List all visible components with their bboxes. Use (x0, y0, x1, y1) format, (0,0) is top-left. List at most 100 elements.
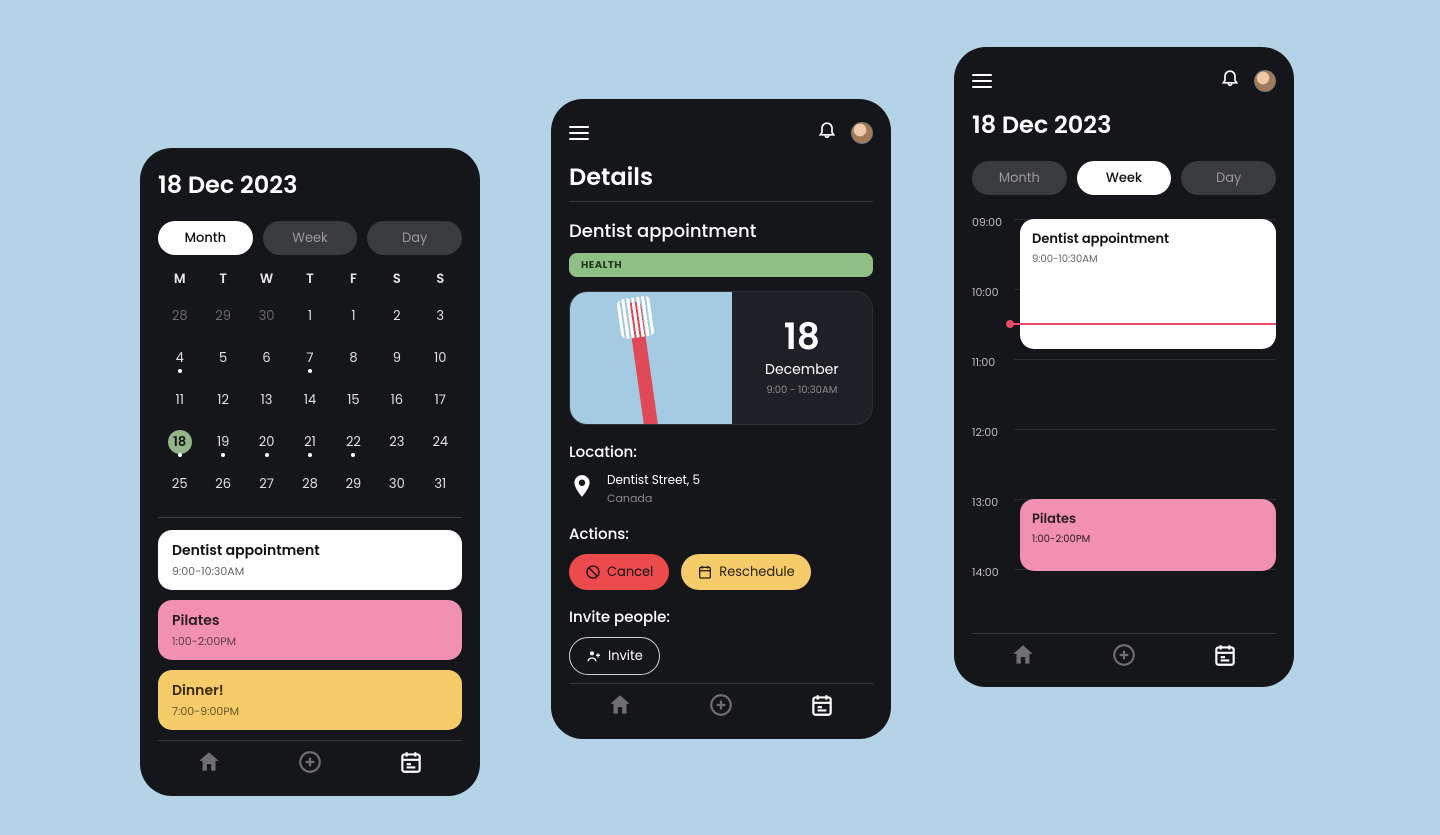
invite-button[interactable]: Invite (569, 637, 660, 675)
home-icon[interactable] (1010, 642, 1036, 675)
calendar-day[interactable]: 4 (158, 343, 201, 373)
pin-icon (569, 473, 595, 506)
hour-label: 11:00 (972, 353, 1014, 371)
week-event[interactable]: Pilates 1:00-2:00PM (1020, 499, 1276, 571)
tab-day[interactable]: Day (1181, 161, 1276, 195)
calendar-day[interactable]: 16 (375, 385, 418, 415)
calendar-day[interactable]: 3 (419, 301, 462, 331)
event-card[interactable]: Dinner!7:00-9:00PM (158, 670, 462, 730)
avatar[interactable] (1254, 70, 1276, 92)
event-card[interactable]: Dentist appointment9:00-10:30AM (158, 530, 462, 590)
bottom-nav (569, 683, 873, 739)
calendar-day[interactable]: 6 (245, 343, 288, 373)
reschedule-button[interactable]: Reschedule (681, 554, 810, 590)
calendar-icon[interactable] (398, 749, 424, 782)
calendar-day[interactable]: 2 (375, 301, 418, 331)
calendar-day[interactable]: 25 (158, 469, 201, 499)
weekday: M (158, 269, 201, 289)
actions-label: Actions: (569, 523, 873, 546)
view-tabs: Month Week Day (972, 161, 1276, 195)
add-icon[interactable] (708, 692, 734, 725)
home-icon[interactable] (607, 692, 633, 725)
avatar[interactable] (851, 122, 873, 144)
event-card[interactable]: Pilates1:00-2:00PM (158, 600, 462, 660)
now-indicator (1010, 323, 1276, 325)
calendar-day[interactable]: 30 (375, 469, 418, 499)
calendar-day[interactable]: 15 (332, 385, 375, 415)
calendar-day[interactable]: 29 (201, 301, 244, 331)
calendar-day[interactable]: 20 (245, 427, 288, 457)
tab-month[interactable]: Month (158, 221, 253, 255)
view-tabs: Month Week Day (158, 221, 462, 255)
divider (569, 201, 873, 202)
calendar-day[interactable]: 10 (419, 343, 462, 373)
tab-day[interactable]: Day (367, 221, 462, 255)
location-line2: Canada (607, 490, 700, 507)
calendar-day[interactable]: 28 (288, 469, 331, 499)
calendar-day[interactable]: 19 (201, 427, 244, 457)
event-time: 9:00-10:30AM (1032, 251, 1264, 267)
calendar-day[interactable]: 9 (375, 343, 418, 373)
calendar-day[interactable]: 18 (158, 427, 201, 457)
location-row: Dentist Street, 5 Canada (569, 472, 873, 507)
event-time: 7:00-9:00PM (172, 703, 448, 720)
weekday: S (375, 269, 418, 289)
calendar-day[interactable]: 28 (158, 301, 201, 331)
tab-month[interactable]: Month (972, 161, 1067, 195)
bell-icon[interactable] (1220, 67, 1240, 94)
calendar-day[interactable]: 21 (288, 427, 331, 457)
week-events-layer: Dentist appointment9:00-10:30AM Pilates 1:… (1020, 213, 1276, 633)
calendar-day[interactable]: 31 (419, 469, 462, 499)
bottom-nav (158, 740, 462, 796)
tab-week[interactable]: Week (1077, 161, 1172, 195)
calendar-day[interactable]: 26 (201, 469, 244, 499)
phone-details-view: Details Dentist appointment HEALTH 18 De… (551, 99, 891, 739)
add-icon[interactable] (297, 749, 323, 782)
hour-label: 14:00 (972, 563, 1014, 581)
calendar-day[interactable]: 22 (332, 427, 375, 457)
calendar-day[interactable]: 14 (288, 385, 331, 415)
calendar-day[interactable]: 27 (245, 469, 288, 499)
event-time: 1:00-2:00PM (1032, 531, 1264, 547)
menu-icon[interactable] (569, 126, 589, 140)
bell-icon[interactable] (817, 119, 837, 146)
date-heading: 18 Dec 2023 (972, 108, 1276, 143)
category-chip: HEALTH (569, 253, 873, 277)
week-event[interactable]: Dentist appointment9:00-10:30AM (1020, 219, 1276, 349)
cancel-button-label: Cancel (607, 562, 653, 582)
events-list: Dentist appointment9:00-10:30AM Pilates1:… (158, 530, 462, 740)
event-title: Pilates (1032, 509, 1264, 529)
calendar-day[interactable]: 24 (419, 427, 462, 457)
calendar-day[interactable]: 12 (201, 385, 244, 415)
cancel-button[interactable]: Cancel (569, 554, 669, 590)
bottom-nav (972, 633, 1276, 689)
weekday: F (332, 269, 375, 289)
appointment-month: December (765, 359, 839, 380)
calendar-day[interactable]: 23 (375, 427, 418, 457)
calendar-day[interactable]: 8 (332, 343, 375, 373)
calendar-icon[interactable] (1212, 642, 1238, 675)
reschedule-button-label: Reschedule (719, 562, 794, 582)
divider (158, 517, 462, 518)
calendar-day[interactable]: 11 (158, 385, 201, 415)
calendar-day[interactable]: 17 (419, 385, 462, 415)
calendar-day[interactable]: 1 (288, 301, 331, 331)
calendar-day[interactable]: 30 (245, 301, 288, 331)
phone-month-view: 18 Dec 2023 Month Week Day M T W T F S S… (140, 148, 480, 796)
calendar-day[interactable]: 13 (245, 385, 288, 415)
home-icon[interactable] (196, 749, 222, 782)
calendar-day[interactable]: 29 (332, 469, 375, 499)
tab-week[interactable]: Week (263, 221, 358, 255)
menu-icon[interactable] (972, 74, 992, 88)
calendar-day[interactable]: 5 (201, 343, 244, 373)
calendar-weekday-header: M T W T F S S (158, 269, 462, 289)
add-icon[interactable] (1111, 642, 1137, 675)
calendar-icon[interactable] (809, 692, 835, 725)
appointment-title: Dentist appointment (569, 218, 873, 245)
appointment-image (570, 292, 732, 425)
calendar-day[interactable]: 1 (332, 301, 375, 331)
calendar-day[interactable]: 7 (288, 343, 331, 373)
hour-label: 12:00 (972, 423, 1014, 441)
calendar-grid: 2829301123456789101112131415161718192021… (158, 301, 462, 511)
top-bar (972, 67, 1276, 94)
